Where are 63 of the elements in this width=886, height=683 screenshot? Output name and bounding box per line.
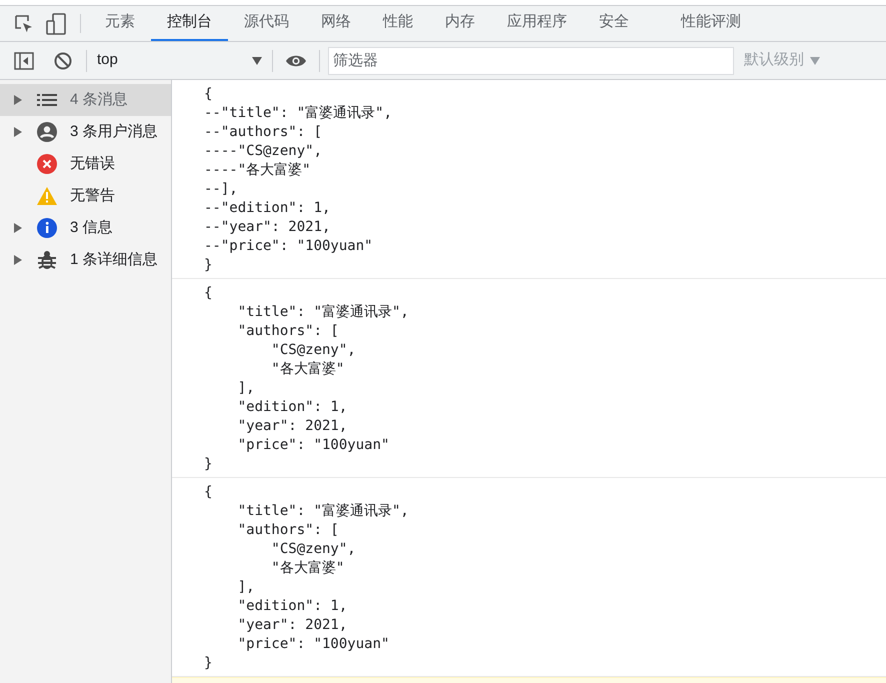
code-line: } [204, 455, 212, 474]
code-line: "price": "100yuan" [236, 436, 390, 455]
code-line: "CS@zeny", [270, 341, 356, 360]
code-line: { [204, 85, 212, 104]
sidebar-item[interactable]: 无错误 [0, 148, 171, 180]
code-line: --"year": 2021, [204, 218, 330, 237]
expand-triangle-icon[interactable] [14, 127, 22, 137]
code-line: ], [236, 578, 255, 597]
code-line: --"price": "100yuan" [204, 237, 373, 256]
code-line: --"title": "富婆通讯录", [204, 104, 392, 123]
info-icon [37, 218, 57, 238]
eye-icon[interactable] [285, 54, 307, 68]
error-icon [37, 154, 57, 174]
inspect-cursor-icon[interactable] [14, 14, 34, 34]
sidebar-item[interactable]: 3 信息 [0, 212, 171, 244]
clear-console-icon[interactable] [54, 52, 72, 70]
code-line: ----"CS@zeny", [204, 142, 322, 161]
expand-triangle-icon[interactable] [14, 95, 22, 105]
code-line: "edition": 1, [236, 398, 348, 417]
dropdown-caret-icon [252, 56, 262, 64]
code-line: "CS@zeny", [270, 540, 356, 559]
code-line: "year": 2021, [236, 616, 348, 635]
filter-field[interactable]: 筛选器 [328, 46, 734, 74]
code-line: "edition": 1, [236, 597, 348, 616]
devtools-tab[interactable]: 元素 [89, 6, 151, 41]
sidebar-item[interactable]: 无警告 [0, 180, 171, 212]
code-line: "title": "富婆通讯录", [236, 303, 409, 322]
code-line: "year": 2021, [236, 417, 348, 436]
context-select[interactable]: top [87, 49, 272, 72]
dropdown-caret-icon [810, 56, 820, 64]
devtools-tab[interactable]: 内存 [429, 6, 491, 41]
code-line: --"authors": [ [204, 123, 322, 142]
devtools-tab[interactable]: 网络 [305, 6, 367, 41]
code-line: } [204, 256, 212, 275]
code-line: "price": "100yuan" [236, 635, 390, 654]
expand-triangle-icon[interactable] [14, 255, 22, 265]
code-line: --"edition": 1, [204, 199, 330, 218]
code-line: "title": "富婆通讯录", [236, 502, 409, 521]
code-line: { [204, 284, 212, 303]
expand-triangle-icon[interactable] [14, 223, 22, 233]
code-line: ], [236, 379, 255, 398]
warning-icon [37, 187, 57, 205]
devtools-tab[interactable]: 源代码 [228, 6, 305, 41]
devtools-tab[interactable]: 安全 [583, 6, 645, 41]
code-line: { [204, 483, 212, 502]
code-line: "各大富婆" [270, 559, 344, 578]
devtools-tab[interactable]: 性能 [367, 6, 429, 41]
sidebar-toggle-icon[interactable] [14, 52, 34, 70]
sidebar-item[interactable]: 1 条详细信息 [0, 244, 171, 276]
devtools-tab[interactable]: 性能评测 [665, 6, 757, 41]
devtools-tab[interactable]: 应用程序 [491, 6, 583, 41]
bug-icon [37, 250, 57, 270]
code-line: "各大富婆" [270, 360, 344, 379]
code-line: "authors": [ [236, 322, 339, 341]
user-icon [37, 122, 57, 142]
sidebar-item[interactable]: 4 条消息 [0, 84, 171, 116]
code-line: } [204, 654, 212, 673]
code-line: --], [204, 180, 238, 199]
code-line: "authors": [ [236, 521, 339, 540]
code-line: ----"各大富婆" [204, 161, 311, 180]
list-icon [37, 93, 57, 107]
device-toggle-icon[interactable] [46, 12, 66, 34]
sidebar-item[interactable]: 3 条用户消息 [0, 116, 171, 148]
